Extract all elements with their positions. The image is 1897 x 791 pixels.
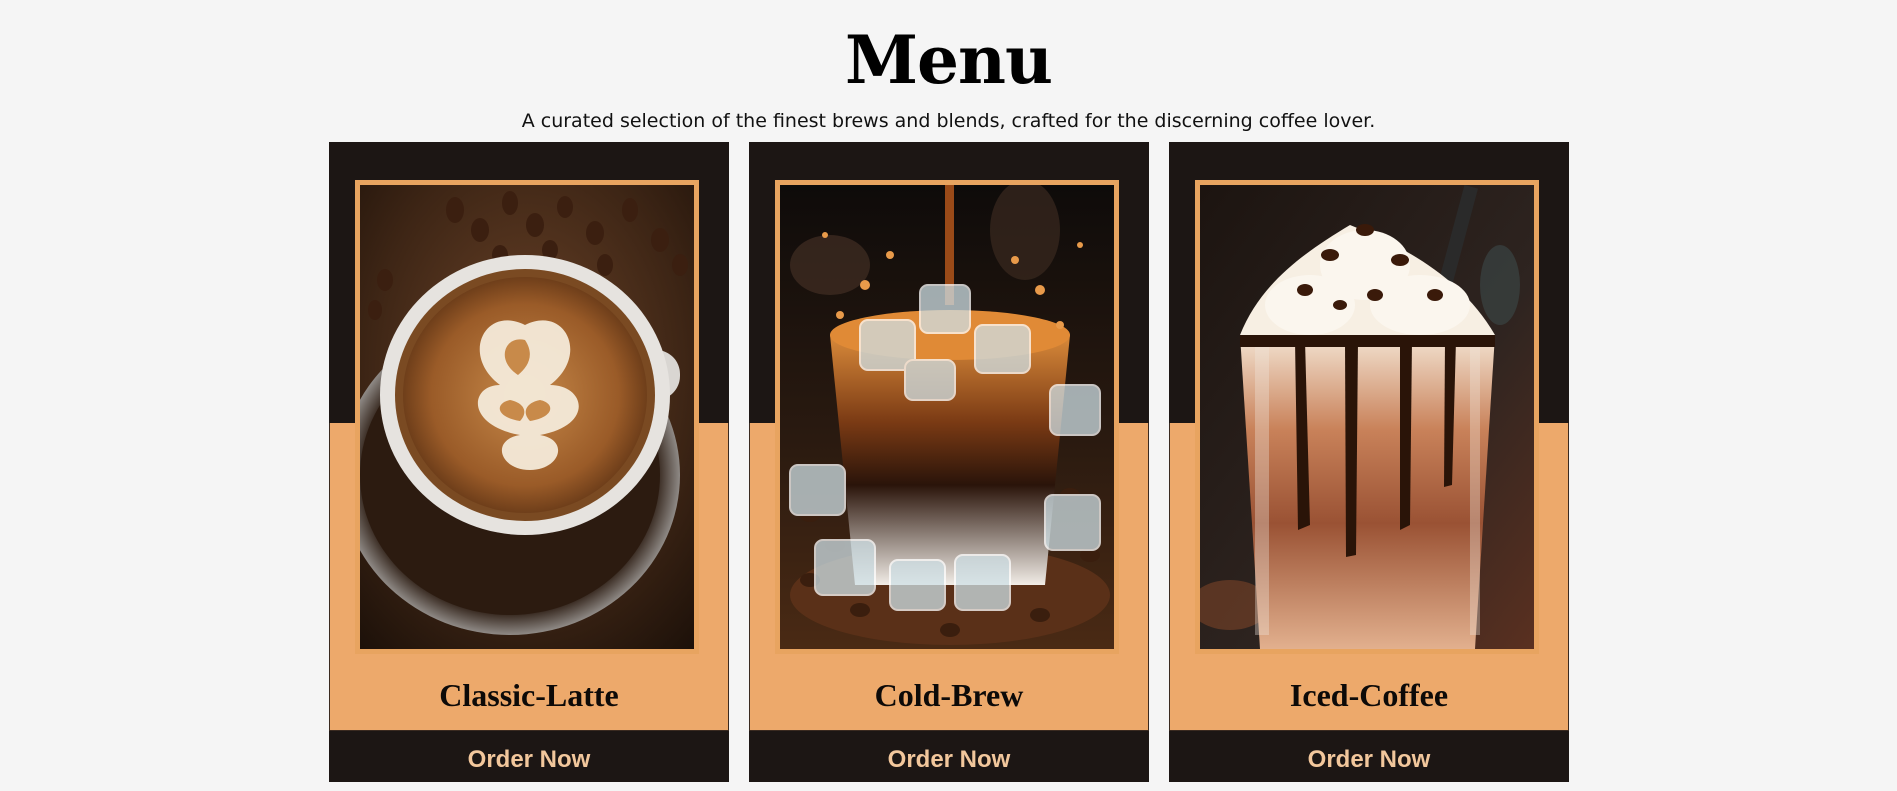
cold-brew-glass-image: [780, 185, 1114, 649]
product-card-classic-latte: Classic-Latte Order Now: [329, 142, 729, 782]
order-now-button[interactable]: Order Now: [1169, 731, 1569, 782]
menu-cards: Classic-Latte Order Now Cold-Brew Order …: [329, 142, 1569, 782]
page-title: Menu: [844, 21, 1053, 99]
iced-coffee-glass-image: [1200, 185, 1534, 649]
product-image-frame: [355, 180, 699, 654]
product-name: Classic-Latte: [439, 677, 619, 713]
product-image-frame: [775, 180, 1119, 654]
product-image-frame: [1195, 180, 1539, 654]
product-card-iced-coffee: Iced-Coffee Order Now: [1169, 142, 1569, 782]
latte-art-cup-image: [360, 185, 694, 649]
order-now-button[interactable]: Order Now: [749, 731, 1149, 782]
product-name: Cold-Brew: [874, 677, 1024, 713]
page-subtitle: A curated selection of the finest brews …: [521, 110, 1376, 132]
product-card-cold-brew: Cold-Brew Order Now: [749, 142, 1149, 782]
order-now-button[interactable]: Order Now: [329, 731, 729, 782]
product-name: Iced-Coffee: [1289, 677, 1449, 713]
